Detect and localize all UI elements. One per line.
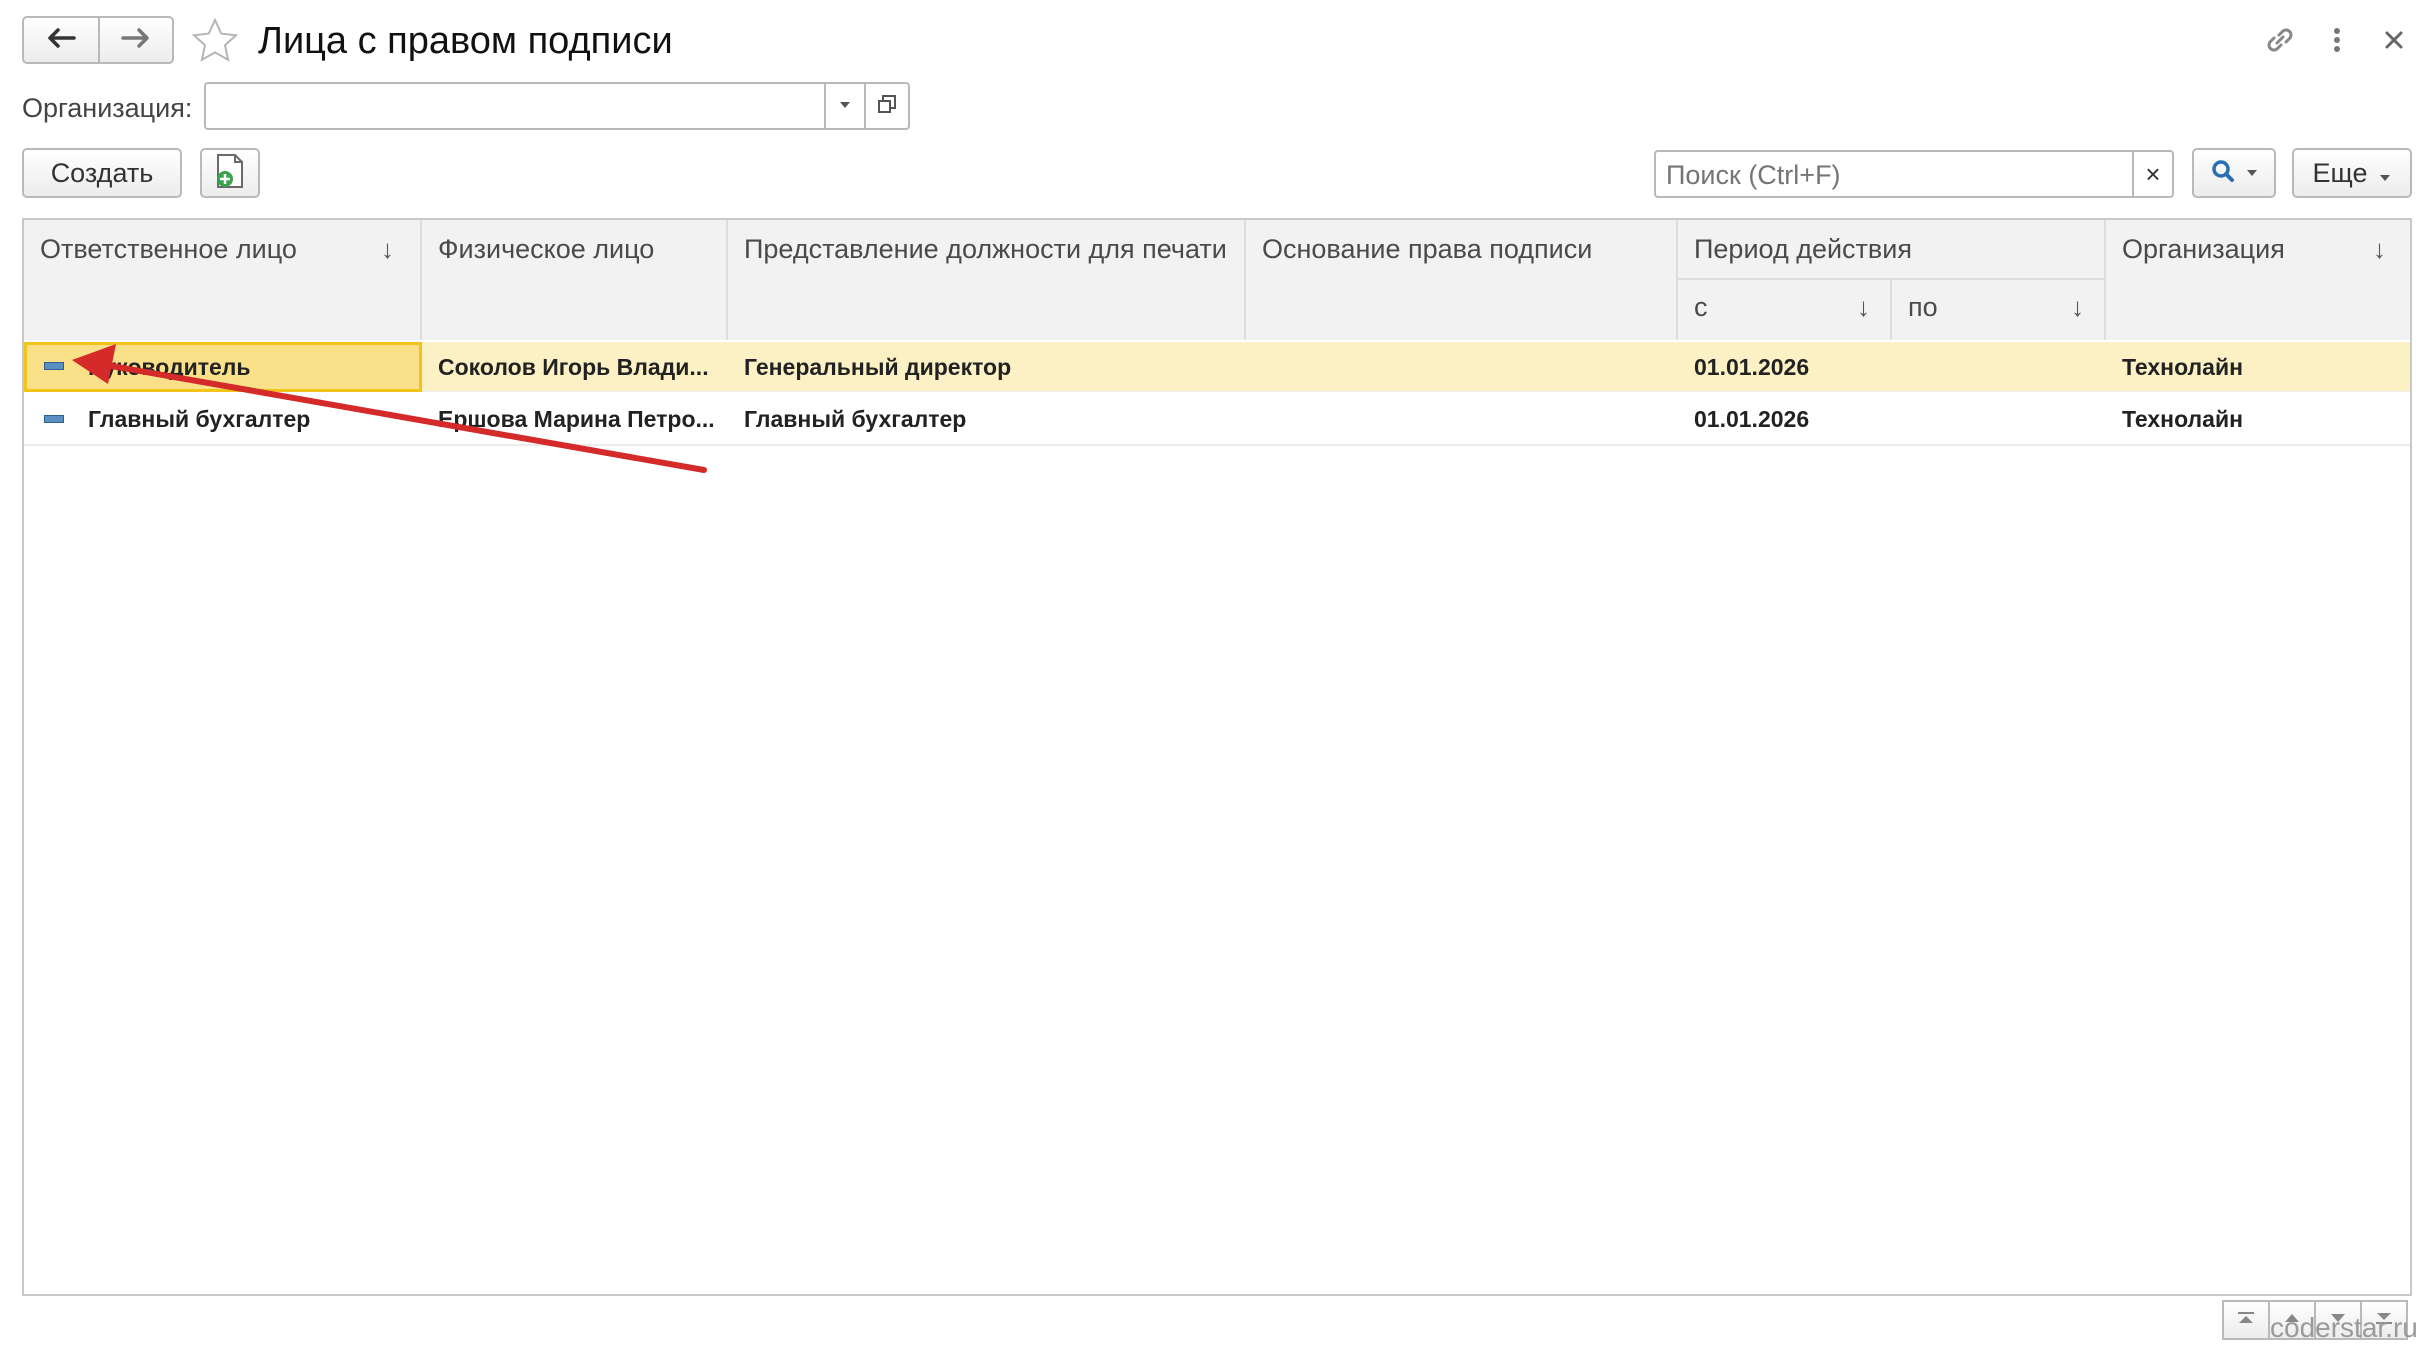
scroll-top-icon bbox=[2235, 1310, 2257, 1331]
watermark: coderstar.ru bbox=[2270, 1312, 2418, 1343]
annotation-arrow bbox=[72, 344, 707, 473]
scroll-top-button[interactable] bbox=[2222, 1300, 2270, 1340]
